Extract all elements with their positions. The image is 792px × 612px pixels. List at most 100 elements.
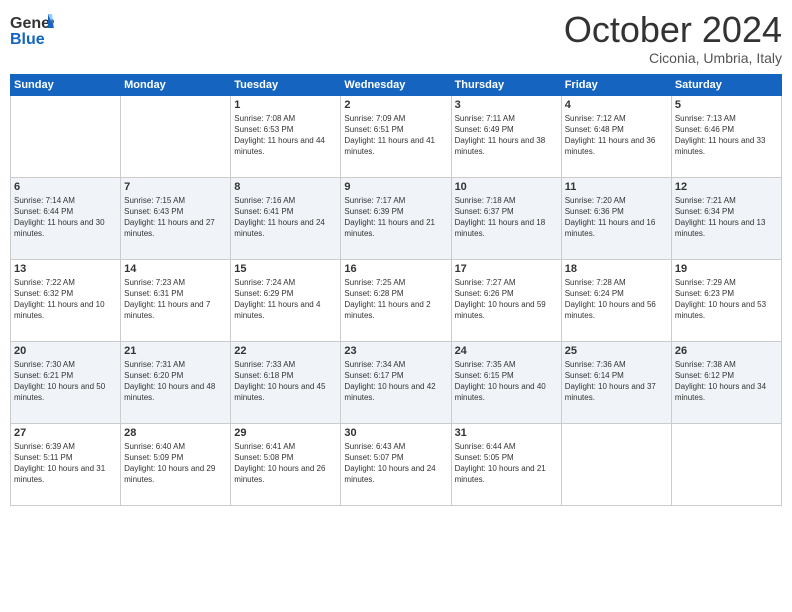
day-cell: 21Sunrise: 7:31 AM Sunset: 6:20 PM Dayli… — [121, 341, 231, 423]
day-cell: 10Sunrise: 7:18 AM Sunset: 6:37 PM Dayli… — [451, 177, 561, 259]
week-row-2: 6 Sunrise: 7:14 AM Sunset: 6:44 PM Daylig… — [11, 177, 782, 259]
day-number: 19 — [675, 263, 778, 275]
day-cell: 27Sunrise: 6:39 AM Sunset: 5:11 PM Dayli… — [11, 423, 121, 505]
day-number: 26 — [675, 345, 778, 357]
day-info: Sunrise: 7:24 AM Sunset: 6:29 PM Dayligh… — [234, 277, 337, 322]
day-cell: 30 Sunrise: 6:43 AM Sunset: 5:07 PM Dayli… — [341, 423, 451, 505]
day-number: 14 — [124, 263, 227, 275]
day-cell: 24 Sunrise: 7:35 AM Sunset: 6:15 PM Dayli… — [451, 341, 561, 423]
day-cell: 7 Sunrise: 7:15 AM Sunset: 6:43 PM Daylig… — [121, 177, 231, 259]
day-number: 3 — [455, 99, 558, 111]
day-header-tuesday: Tuesday — [231, 74, 341, 95]
week-row-1: 1 Sunrise: 7:08 AM Sunset: 6:53 PM Daylig… — [11, 95, 782, 177]
day-info: Sunrise: 7:36 AM Sunset: 6:14 PM Dayligh… — [565, 359, 668, 404]
day-cell: 11Sunrise: 7:20 AM Sunset: 6:36 PM Dayli… — [561, 177, 671, 259]
day-cell: 13 Sunrise: 7:22 AM Sunset: 6:32 PM Dayli… — [11, 259, 121, 341]
day-cell: 28Sunrise: 6:40 AM Sunset: 5:09 PM Dayli… — [121, 423, 231, 505]
day-info: Sunrise: 6:44 AM Sunset: 5:05 PM Dayligh… — [455, 441, 558, 486]
day-number: 24 — [455, 345, 558, 357]
day-number: 21 — [124, 345, 227, 357]
day-info: Sunrise: 7:09 AM Sunset: 6:51 PM Dayligh… — [344, 113, 447, 158]
location: Ciconia, Umbria, Italy — [564, 50, 782, 66]
day-info: Sunrise: 7:38 AM Sunset: 6:12 PM Dayligh… — [675, 359, 778, 404]
day-cell: 9Sunrise: 7:17 AM Sunset: 6:39 PM Daylig… — [341, 177, 451, 259]
day-cell: 16Sunrise: 7:25 AM Sunset: 6:28 PM Dayli… — [341, 259, 451, 341]
day-cell: 29 Sunrise: 6:41 AM Sunset: 5:08 PM Dayli… — [231, 423, 341, 505]
day-cell: 19 Sunrise: 7:29 AM Sunset: 6:23 PM Dayli… — [671, 259, 781, 341]
day-number: 29 — [234, 427, 337, 439]
week-row-4: 20 Sunrise: 7:30 AM Sunset: 6:21 PM Dayli… — [11, 341, 782, 423]
day-cell — [121, 95, 231, 177]
day-info: Sunrise: 7:27 AM Sunset: 6:26 PM Dayligh… — [455, 277, 558, 322]
day-info: Sunrise: 7:23 AM Sunset: 6:31 PM Dayligh… — [124, 277, 227, 322]
month-title: October 2024 — [564, 10, 782, 50]
day-info: Sunrise: 6:41 AM Sunset: 5:08 PM Dayligh… — [234, 441, 337, 486]
day-cell: 1 Sunrise: 7:08 AM Sunset: 6:53 PM Daylig… — [231, 95, 341, 177]
day-number: 25 — [565, 345, 668, 357]
day-info: Sunrise: 7:30 AM Sunset: 6:21 PM Dayligh… — [14, 359, 117, 404]
day-cell: 4 Sunrise: 7:12 AM Sunset: 6:48 PM Daylig… — [561, 95, 671, 177]
day-info: Sunrise: 7:22 AM Sunset: 6:32 PM Dayligh… — [14, 277, 117, 322]
svg-text:Blue: Blue — [10, 31, 45, 48]
day-header-sunday: Sunday — [11, 74, 121, 95]
day-cell: 17 Sunrise: 7:27 AM Sunset: 6:26 PM Dayli… — [451, 259, 561, 341]
title-block: October 2024 Ciconia, Umbria, Italy — [564, 10, 782, 66]
day-cell — [561, 423, 671, 505]
day-number: 1 — [234, 99, 337, 111]
header: General Blue October 2024 Ciconia, Umbri… — [10, 10, 782, 66]
day-info: Sunrise: 7:33 AM Sunset: 6:18 PM Dayligh… — [234, 359, 337, 404]
day-header-monday: Monday — [121, 74, 231, 95]
day-cell: 6 Sunrise: 7:14 AM Sunset: 6:44 PM Daylig… — [11, 177, 121, 259]
day-header-friday: Friday — [561, 74, 671, 95]
day-cell: 12Sunrise: 7:21 AM Sunset: 6:34 PM Dayli… — [671, 177, 781, 259]
day-number: 7 — [124, 181, 227, 193]
day-info: Sunrise: 7:21 AM Sunset: 6:34 PM Dayligh… — [675, 195, 778, 240]
day-number: 6 — [14, 181, 117, 193]
day-number: 5 — [675, 99, 778, 111]
day-info: Sunrise: 6:39 AM Sunset: 5:11 PM Dayligh… — [14, 441, 117, 486]
day-info: Sunrise: 6:43 AM Sunset: 5:07 PM Dayligh… — [344, 441, 447, 486]
day-number: 9 — [344, 181, 447, 193]
day-info: Sunrise: 7:15 AM Sunset: 6:43 PM Dayligh… — [124, 195, 227, 240]
day-cell — [671, 423, 781, 505]
week-row-3: 13 Sunrise: 7:22 AM Sunset: 6:32 PM Dayli… — [11, 259, 782, 341]
day-info: Sunrise: 7:25 AM Sunset: 6:28 PM Dayligh… — [344, 277, 447, 322]
logo: General Blue — [10, 10, 54, 50]
day-number: 30 — [344, 427, 447, 439]
day-info: Sunrise: 7:16 AM Sunset: 6:41 PM Dayligh… — [234, 195, 337, 240]
day-number: 4 — [565, 99, 668, 111]
day-cell: 3 Sunrise: 7:11 AM Sunset: 6:49 PM Daylig… — [451, 95, 561, 177]
day-cell: 25 Sunrise: 7:36 AM Sunset: 6:14 PM Dayli… — [561, 341, 671, 423]
day-info: Sunrise: 7:35 AM Sunset: 6:15 PM Dayligh… — [455, 359, 558, 404]
day-number: 17 — [455, 263, 558, 275]
day-number: 18 — [565, 263, 668, 275]
day-number: 10 — [455, 181, 558, 193]
day-number: 31 — [455, 427, 558, 439]
day-number: 8 — [234, 181, 337, 193]
day-info: Sunrise: 7:11 AM Sunset: 6:49 PM Dayligh… — [455, 113, 558, 158]
day-info: Sunrise: 7:14 AM Sunset: 6:44 PM Dayligh… — [14, 195, 117, 240]
calendar-table: SundayMondayTuesdayWednesdayThursdayFrid… — [10, 74, 782, 506]
day-cell: 8 Sunrise: 7:16 AM Sunset: 6:41 PM Daylig… — [231, 177, 341, 259]
day-number: 22 — [234, 345, 337, 357]
day-header-wednesday: Wednesday — [341, 74, 451, 95]
day-cell — [11, 95, 121, 177]
day-cell: 20 Sunrise: 7:30 AM Sunset: 6:21 PM Dayli… — [11, 341, 121, 423]
day-info: Sunrise: 7:20 AM Sunset: 6:36 PM Dayligh… — [565, 195, 668, 240]
days-header-row: SundayMondayTuesdayWednesdayThursdayFrid… — [11, 74, 782, 95]
day-number: 2 — [344, 99, 447, 111]
day-header-thursday: Thursday — [451, 74, 561, 95]
day-info: Sunrise: 7:34 AM Sunset: 6:17 PM Dayligh… — [344, 359, 447, 404]
day-number: 20 — [14, 345, 117, 357]
day-cell: 2 Sunrise: 7:09 AM Sunset: 6:51 PM Daylig… — [341, 95, 451, 177]
day-info: Sunrise: 7:12 AM Sunset: 6:48 PM Dayligh… — [565, 113, 668, 158]
day-info: Sunrise: 7:29 AM Sunset: 6:23 PM Dayligh… — [675, 277, 778, 322]
day-info: Sunrise: 7:08 AM Sunset: 6:53 PM Dayligh… — [234, 113, 337, 158]
day-info: Sunrise: 7:13 AM Sunset: 6:46 PM Dayligh… — [675, 113, 778, 158]
day-cell: 14 Sunrise: 7:23 AM Sunset: 6:31 PM Dayli… — [121, 259, 231, 341]
day-number: 13 — [14, 263, 117, 275]
day-cell: 5 Sunrise: 7:13 AM Sunset: 6:46 PM Daylig… — [671, 95, 781, 177]
day-cell: 23Sunrise: 7:34 AM Sunset: 6:17 PM Dayli… — [341, 341, 451, 423]
day-info: Sunrise: 7:28 AM Sunset: 6:24 PM Dayligh… — [565, 277, 668, 322]
day-cell: 18 Sunrise: 7:28 AM Sunset: 6:24 PM Dayli… — [561, 259, 671, 341]
